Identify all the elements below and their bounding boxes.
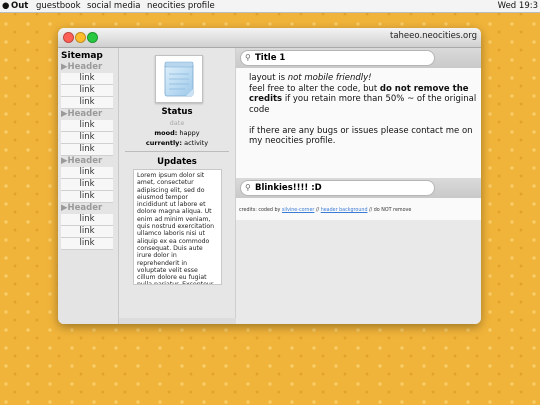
- sitemap-title: Sitemap: [61, 51, 103, 61]
- window-title: taheeo.neocities.org: [390, 31, 477, 41]
- sitemap-header-3[interactable]: ▶Header: [58, 156, 118, 167]
- sitemap-sidebar: Sitemap ▶Header link link link ▶Header l…: [58, 48, 119, 324]
- sitemap-header-1[interactable]: ▶Header: [58, 62, 118, 73]
- panel-1-title-pill: ⚲ Title 1: [240, 50, 435, 66]
- panel-1-title: Title 1: [255, 53, 286, 63]
- menu-item-guestbook[interactable]: guestbook: [36, 0, 81, 12]
- sitemap-link[interactable]: link: [61, 144, 113, 156]
- status-currently: currently: activity: [145, 139, 209, 147]
- apple-menu-icon[interactable]: ●: [2, 0, 9, 12]
- credit-link-silvine[interactable]: silvine-corner: [282, 208, 314, 213]
- updates-box[interactable]: Lorem ipsum dolor sit amet, consectetur …: [133, 169, 222, 285]
- sitemap-link[interactable]: link: [61, 214, 113, 226]
- profile-column: Status date mood: happy currently: activ…: [119, 48, 236, 318]
- zoom-button[interactable]: [87, 32, 98, 43]
- sitemap-link[interactable]: link: [61, 132, 113, 144]
- sitemap-link[interactable]: link: [61, 238, 113, 250]
- panel-2-title: Blinkies!!!! :D: [255, 183, 322, 193]
- status-date: date: [169, 119, 185, 127]
- panel-2-title-pill: ⚲ Blinkies!!!! :D: [240, 180, 435, 196]
- sitemap-link[interactable]: link: [61, 179, 113, 191]
- intro-line-1: layout is not mobile friendly!: [249, 73, 372, 83]
- contact-paragraph: if there are any bugs or issues please c…: [249, 125, 473, 147]
- app-name-menu[interactable]: Out: [11, 0, 28, 12]
- panel-1-body: layout is not mobile friendly! feel free…: [236, 68, 481, 178]
- notepad-icon: [164, 61, 194, 97]
- panel-1-header: ⚲ Title 1: [236, 48, 481, 68]
- magnifier-icon: ⚲: [245, 183, 251, 192]
- divider: [125, 151, 229, 152]
- magnifier-icon: ⚲: [245, 53, 251, 62]
- menu-item-neocities-profile[interactable]: neocities profile: [147, 0, 215, 12]
- window-titlebar[interactable]: taheeo.neocities.org: [58, 28, 481, 48]
- sitemap-link[interactable]: link: [61, 85, 113, 97]
- menu-bar: ● Out guestbook social media neocities p…: [0, 0, 540, 13]
- updates-title: Updates: [157, 157, 197, 167]
- sitemap-link[interactable]: link: [61, 120, 113, 132]
- close-button[interactable]: [63, 32, 74, 43]
- credit-link-header-background[interactable]: header background: [321, 208, 368, 213]
- browser-window: taheeo.neocities.org Sitemap ▶Header lin…: [58, 28, 481, 324]
- menu-clock: Wed 19:3: [497, 1, 538, 11]
- sitemap-link[interactable]: link: [61, 226, 113, 238]
- status-title: Status: [161, 107, 193, 117]
- panel-2-header: ⚲ Blinkies!!!! :D: [236, 178, 481, 198]
- panel-2-body: credits: coded by silvine-corner // head…: [236, 198, 481, 220]
- intro-line-2: feel free to alter the code, but do not …: [249, 83, 477, 115]
- sitemap-header-2[interactable]: ▶Header: [58, 109, 118, 120]
- sitemap-link[interactable]: link: [61, 73, 113, 85]
- sitemap-link[interactable]: link: [61, 97, 113, 109]
- avatar: [155, 55, 203, 103]
- status-mood: mood: happy: [154, 129, 200, 137]
- main-content: ⚲ Title 1 layout is not mobile friendly!…: [236, 48, 481, 324]
- sitemap-link[interactable]: link: [61, 191, 113, 203]
- menu-item-social-media[interactable]: social media: [87, 0, 140, 12]
- minimize-button[interactable]: [75, 32, 86, 43]
- credits-line: credits: coded by silvine-corner // head…: [239, 208, 412, 213]
- sitemap-link[interactable]: link: [61, 167, 113, 179]
- sitemap-header-4[interactable]: ▶Header: [58, 203, 118, 214]
